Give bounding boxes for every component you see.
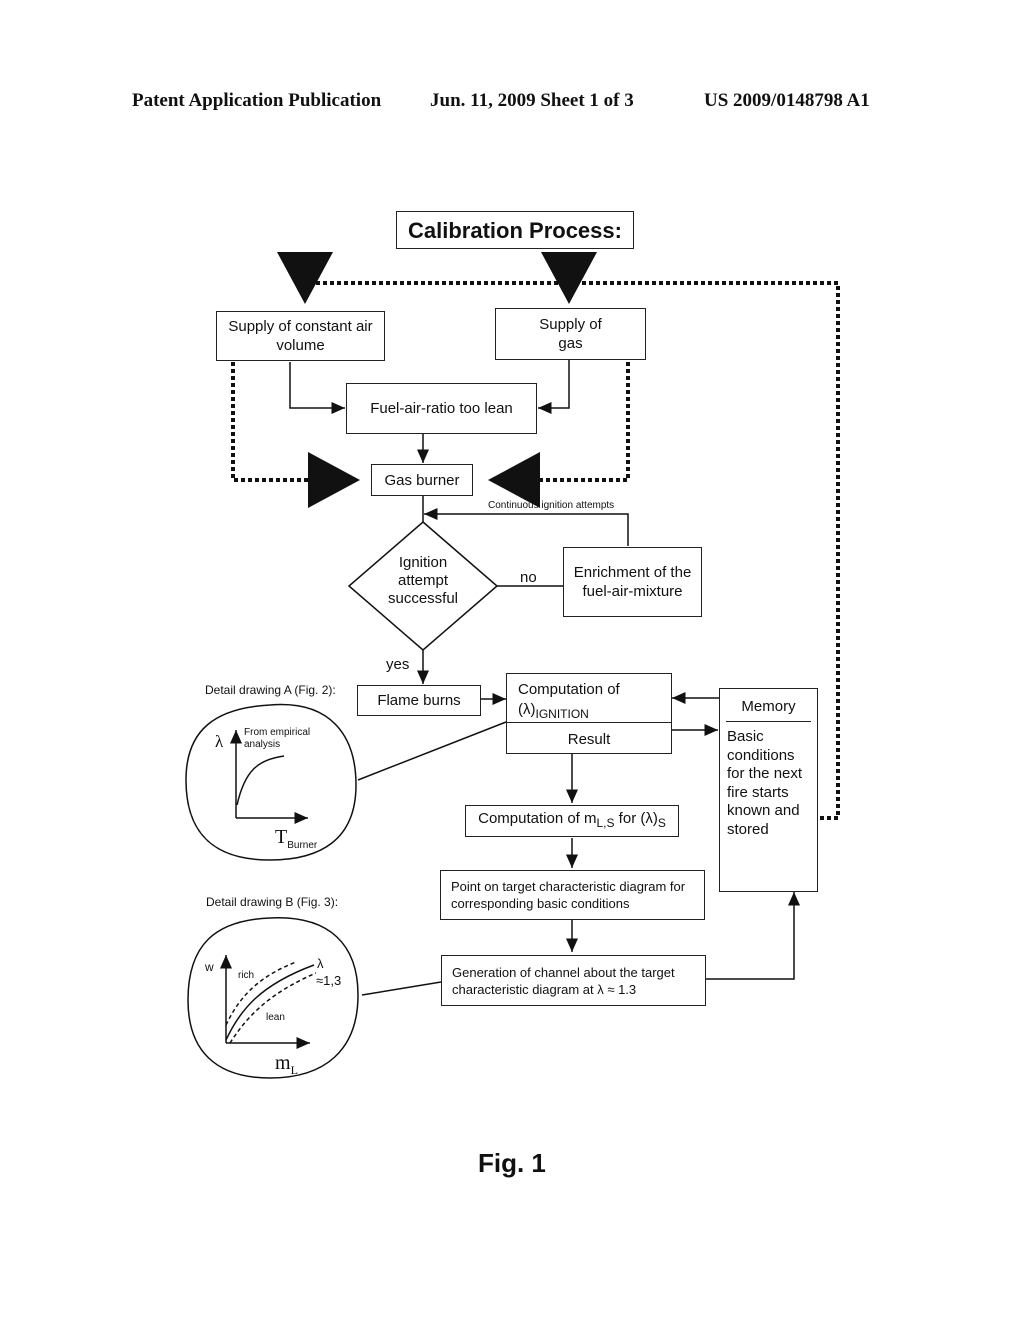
node-computation-lambda: Computation of (λ)IGNITION Result	[506, 673, 672, 754]
detail-a-x: T	[275, 826, 288, 848]
decision-line-3: successful	[387, 590, 459, 607]
figure-label: Fig. 1	[478, 1148, 546, 1178]
label-yes: yes	[386, 656, 410, 673]
detail-b-caption: Detail drawing B (Fig. 3):	[206, 895, 339, 909]
memory-title: Memory	[726, 697, 811, 722]
decision-line-2: attempt	[397, 572, 449, 589]
comp-sub: IGNITION	[535, 707, 589, 721]
node-flame-burns: Flame burns	[357, 685, 481, 716]
detail-b-x: m	[275, 1052, 291, 1074]
node-memory: Memory Basic conditions for the next fir…	[719, 688, 818, 892]
detail-b-xaxis: mL	[275, 1052, 298, 1078]
detail-a-xsub: Burner	[287, 840, 318, 851]
node-air-supply: Supply of constant air volume	[216, 311, 385, 361]
node-fuel-air-lean: Fuel-air-ratio too lean	[346, 383, 537, 434]
node-air-supply-label: Supply of constant air volume	[228, 318, 373, 354]
detail-a-note: From empirical analysis	[244, 727, 310, 751]
label-no: no	[520, 569, 537, 586]
detail-b-xsub: L	[290, 1063, 298, 1077]
node-computation-m: Computation of mL,S for (λ)S	[465, 805, 679, 837]
compm-sub: L,S	[596, 816, 615, 830]
detail-a-note-2: analysis	[244, 739, 281, 750]
compm-mid: for (λ)	[614, 810, 658, 827]
node-channel-label: Generation of channel about the target c…	[452, 964, 675, 997]
memory-body: Basic conditions for the next fire start…	[727, 728, 803, 838]
comp-lambda: (λ)	[518, 701, 536, 718]
node-point-target: Point on target characteristic diagram f…	[440, 870, 705, 920]
node-gas-burner: Gas burner	[371, 464, 473, 496]
detail-a-curve	[236, 755, 285, 806]
decision-label: Ignition attempt successful	[373, 554, 473, 608]
comp-line-1: Computation of	[518, 681, 620, 698]
detail-b-bubble	[187, 917, 359, 1079]
detail-a-yaxis: λ	[215, 732, 224, 751]
detail-b-curve-lean	[229, 972, 317, 1044]
detail-b-lambda-value: ≈1,3	[316, 973, 342, 988]
result-section: Result	[507, 722, 671, 749]
detail-b-yaxis: w	[205, 960, 214, 974]
node-channel-generation: Generation of channel about the target c…	[441, 955, 706, 1006]
node-gas-label-1: Supply of	[539, 316, 602, 333]
detail-a-xaxis: TBurner	[275, 826, 317, 851]
detail-b-rich: rich	[238, 970, 255, 981]
node-enrich-label: Enrichment of the fuel-air-mixture	[573, 564, 692, 600]
detail-a-caption: Detail drawing A (Fig. 2):	[205, 683, 336, 697]
compm-sub2: S	[657, 816, 666, 830]
node-gas-supply: Supply of gas	[495, 308, 646, 360]
connector-lines	[185, 252, 840, 1079]
detail-a-note-1: From empirical	[244, 727, 311, 738]
compm-label: Computation of mL,S for (λ)S	[478, 809, 666, 833]
detail-b-lambda: λ	[317, 956, 324, 971]
air-bypass-line	[231, 362, 360, 508]
result-label: Result	[567, 731, 611, 748]
label-continuous-attempts: Continuous ignition attempts	[488, 500, 615, 511]
node-enrichment: Enrichment of the fuel-air-mixture	[563, 547, 702, 617]
node-point-label: Point on target characteristic diagram f…	[451, 879, 686, 911]
node-burner-label: Gas burner	[384, 471, 460, 489]
compm-pre: Computation of m	[478, 810, 597, 827]
node-flame-label: Flame burns	[377, 692, 461, 709]
detail-b-lean: lean	[266, 1012, 285, 1023]
node-gas-label-2: gas	[558, 335, 583, 352]
node-lean-label: Fuel-air-ratio too lean	[370, 400, 513, 417]
decision-line-1: Ignition	[398, 554, 448, 571]
